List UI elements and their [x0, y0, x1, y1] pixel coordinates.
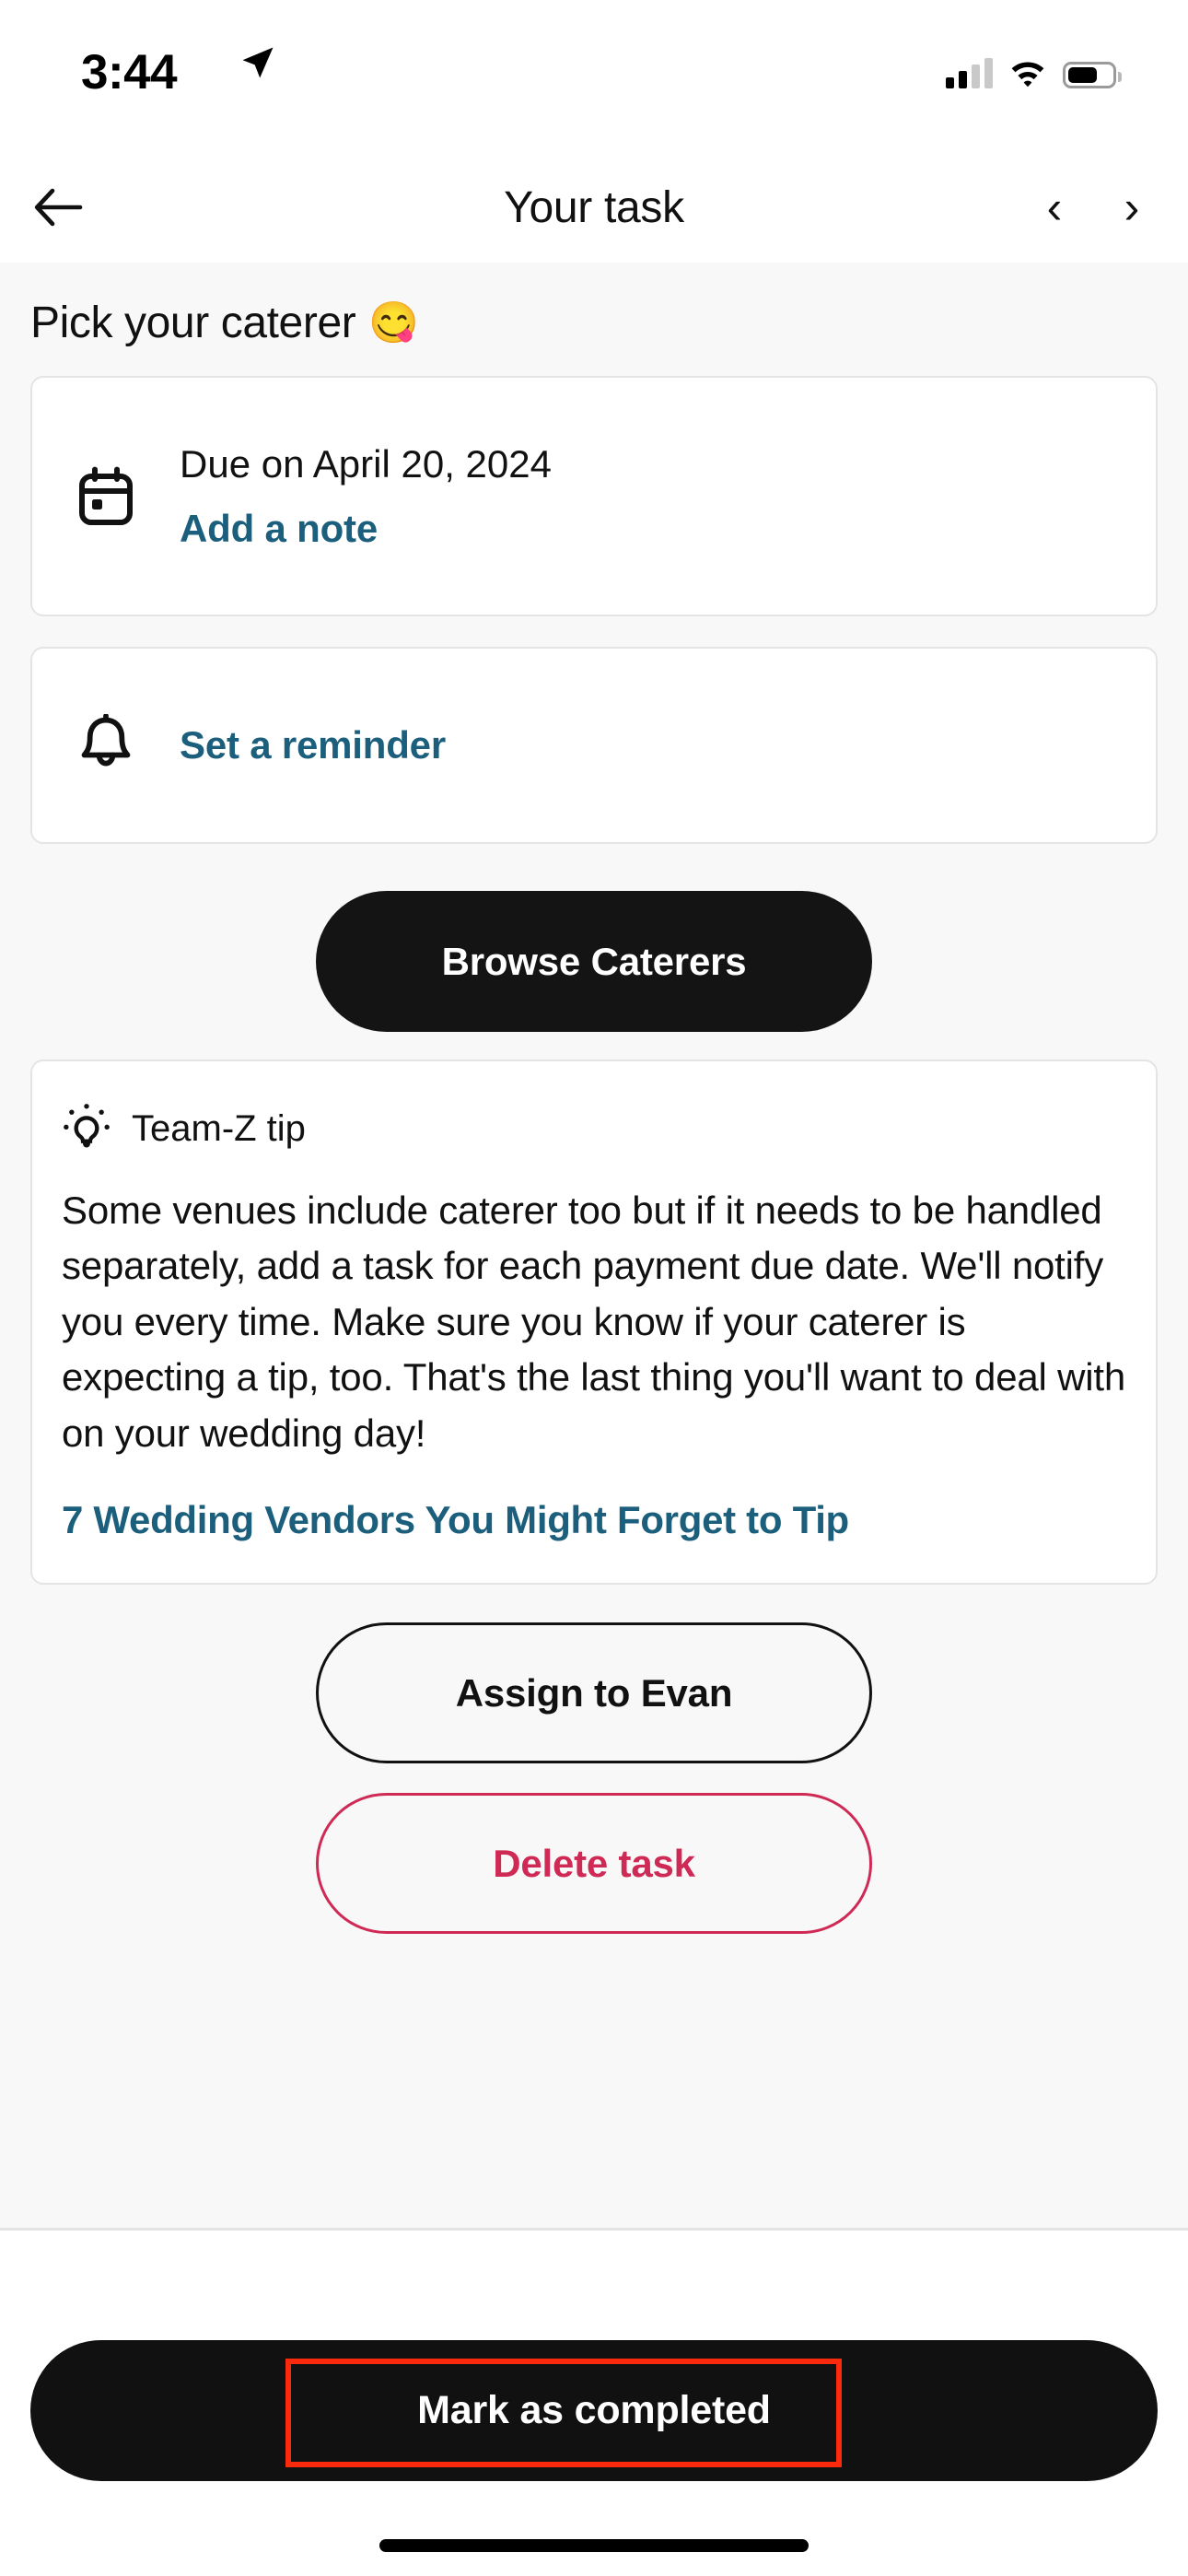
delete-button-container: Delete task — [30, 1763, 1158, 1935]
navigation-bar: Your task ‹ › — [0, 152, 1188, 263]
cellular-signal-icon — [946, 57, 993, 88]
assign-to-evan-button[interactable]: Assign to Evan — [316, 1622, 872, 1764]
battery-icon — [1063, 62, 1122, 88]
arrow-left-icon — [34, 188, 83, 227]
tip-header: Team-Z tip — [62, 1102, 1126, 1155]
reminder-card[interactable]: Set a reminder — [30, 647, 1158, 844]
previous-task-button[interactable]: ‹ — [1026, 175, 1083, 240]
task-heading-text: Pick your caterer — [30, 299, 356, 347]
task-pager: ‹ › — [1026, 175, 1160, 240]
status-bar-time: 3:44 — [81, 45, 178, 100]
calendar-icon — [32, 466, 180, 527]
add-note-link[interactable]: Add a note — [180, 507, 552, 551]
browse-button-container: Browse Caterers — [30, 874, 1158, 1060]
home-indicator — [379, 2539, 809, 2552]
tip-body-text: Some venues include caterer too but if i… — [62, 1188, 1126, 1455]
mark-as-completed-button[interactable]: Mark as completed — [30, 2340, 1158, 2481]
bottom-action-bar: Mark as completed — [0, 2228, 1188, 2576]
browse-caterers-button[interactable]: Browse Caterers — [316, 891, 872, 1032]
wifi-icon — [1011, 62, 1044, 88]
due-date-label: Due on April 20, 2024 — [180, 441, 552, 486]
status-bar: 3:44 — [0, 0, 1188, 152]
yummy-face-emoji: 😋 — [368, 299, 419, 345]
delete-task-button[interactable]: Delete task — [316, 1793, 872, 1935]
phone-screen: 3:44 Your task ‹ › Pick your caterer 😋 D… — [0, 0, 1188, 2576]
next-task-button[interactable]: › — [1103, 175, 1160, 240]
back-button[interactable] — [20, 170, 96, 245]
assign-button-container: Assign to Evan — [30, 1615, 1158, 1764]
status-bar-indicators — [946, 48, 1122, 88]
bell-icon — [32, 714, 180, 777]
due-date-card[interactable]: Due on April 20, 2024 Add a note — [30, 376, 1158, 616]
task-heading: Pick your caterer 😋 — [30, 263, 1158, 376]
task-detail-content: Pick your caterer 😋 Due on April 20, 202… — [0, 263, 1188, 2228]
set-reminder-link[interactable]: Set a reminder — [180, 723, 446, 767]
tip-heading: Team-Z tip — [132, 1107, 306, 1149]
tip-article-link[interactable]: 7 Wedding Vendors You Might Forget to Ti… — [62, 1498, 1126, 1542]
team-z-tip-card: Team-Z tip Some venues include caterer t… — [30, 1060, 1158, 1586]
page-title: Your task — [504, 182, 684, 232]
lightbulb-icon — [64, 1104, 110, 1148]
location-arrow-icon — [242, 47, 274, 78]
